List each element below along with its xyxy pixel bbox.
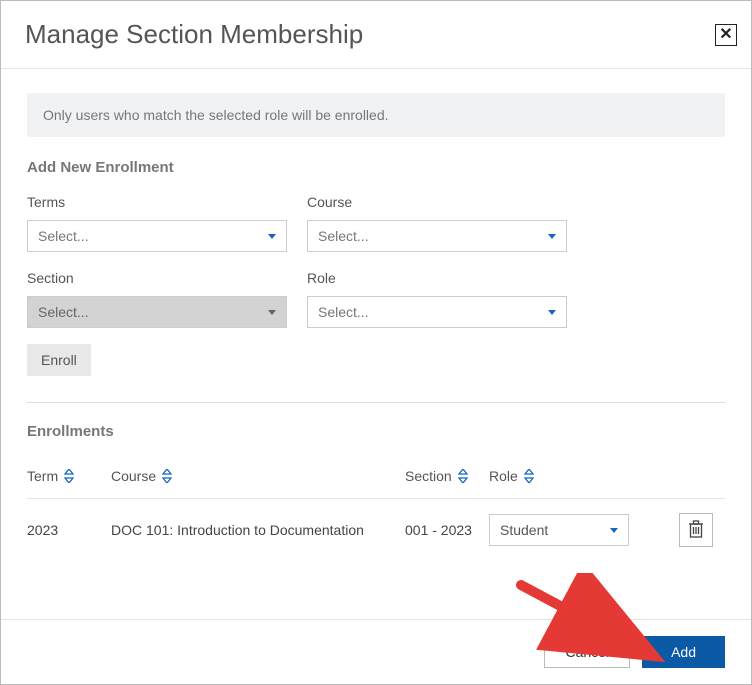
course-label: Course [307, 194, 567, 210]
close-icon: ✕ [719, 27, 732, 43]
dialog-body: Only users who match the selected role w… [1, 69, 751, 619]
course-select-value: Select... [318, 228, 369, 244]
delete-row-button[interactable] [679, 513, 713, 547]
col-role-label: Role [489, 468, 518, 484]
add-button[interactable]: Add [642, 636, 725, 668]
terms-label: Terms [27, 194, 287, 210]
dialog-header: Manage Section Membership ✕ [1, 1, 751, 69]
cell-actions [653, 513, 713, 547]
dialog-footer: Cancel Add [1, 619, 751, 684]
col-section-label: Section [405, 468, 452, 484]
cell-role: Student [489, 514, 649, 546]
section-label: Section [27, 270, 287, 286]
cell-section: 001 - 2023 [405, 522, 485, 538]
course-group: Course Select... [307, 194, 567, 252]
enrollments-heading: Enrollments [27, 423, 725, 440]
divider [27, 402, 725, 403]
terms-select-value: Select... [38, 228, 89, 244]
form-row-1: Terms Select... Course Select... [27, 194, 725, 252]
close-button[interactable]: ✕ [715, 24, 737, 46]
role-group: Role Select... [307, 270, 567, 328]
sort-icon [64, 469, 74, 483]
sort-icon [162, 469, 172, 483]
add-new-enrollment-heading: Add New Enrollment [27, 159, 725, 176]
role-select-value: Select... [318, 304, 369, 320]
sort-icon [524, 469, 534, 483]
chevron-down-icon [548, 234, 556, 239]
col-course[interactable]: Course [111, 468, 401, 484]
cell-term: 2023 [27, 522, 107, 538]
chevron-down-icon [268, 234, 276, 239]
chevron-down-icon [268, 310, 276, 315]
col-section[interactable]: Section [405, 468, 485, 484]
terms-select[interactable]: Select... [27, 220, 287, 252]
table-header: Term Course Section [27, 468, 725, 499]
role-select[interactable]: Select... [307, 296, 567, 328]
section-select: Select... [27, 296, 287, 328]
section-select-value: Select... [38, 304, 89, 320]
trash-icon [688, 520, 704, 541]
row-role-value: Student [500, 522, 548, 538]
dialog-title: Manage Section Membership [25, 19, 363, 50]
chevron-down-icon [548, 310, 556, 315]
chevron-down-icon [610, 528, 618, 533]
form-row-2: Section Select... Role Select... [27, 270, 725, 328]
row-role-select[interactable]: Student [489, 514, 629, 546]
col-term[interactable]: Term [27, 468, 107, 484]
col-term-label: Term [27, 468, 58, 484]
course-select[interactable]: Select... [307, 220, 567, 252]
col-role[interactable]: Role [489, 468, 649, 484]
col-course-label: Course [111, 468, 156, 484]
enroll-button[interactable]: Enroll [27, 344, 91, 376]
sort-icon [458, 469, 468, 483]
role-label: Role [307, 270, 567, 286]
enrollments-table: Term Course Section [27, 468, 725, 561]
table-row: 2023 DOC 101: Introduction to Documentat… [27, 499, 725, 561]
info-banner: Only users who match the selected role w… [27, 93, 725, 137]
terms-group: Terms Select... [27, 194, 287, 252]
cell-course: DOC 101: Introduction to Documentation [111, 522, 401, 538]
manage-section-membership-dialog: Manage Section Membership ✕ Only users w… [0, 0, 752, 685]
cancel-button[interactable]: Cancel [544, 636, 630, 668]
section-group: Section Select... [27, 270, 287, 328]
